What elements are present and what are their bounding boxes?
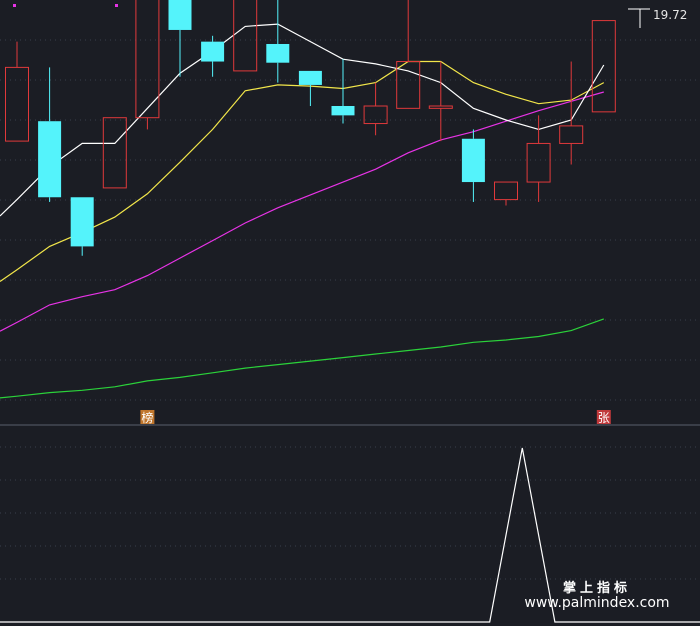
marker-text: 张 xyxy=(598,411,610,425)
candlestick-chart: 榜 张 19.72 掌上指标 www.palmindex.com xyxy=(0,0,700,626)
candle-body-down xyxy=(168,0,192,30)
watermark-title: 掌上指标 xyxy=(563,580,631,596)
price-label: 19.72 xyxy=(653,8,687,22)
candle-body-down xyxy=(461,138,485,183)
marker-text: 榜 xyxy=(141,410,153,425)
candle-body-down xyxy=(70,197,94,247)
candle-body-down xyxy=(298,70,322,85)
top-dot xyxy=(115,4,118,7)
candle-body-down xyxy=(331,106,355,116)
candle-body-down xyxy=(266,43,290,63)
top-dot xyxy=(13,4,16,7)
candle-body-down xyxy=(38,121,62,198)
candle-body-down xyxy=(201,41,225,62)
watermark-url: www.palmindex.com xyxy=(524,595,669,611)
